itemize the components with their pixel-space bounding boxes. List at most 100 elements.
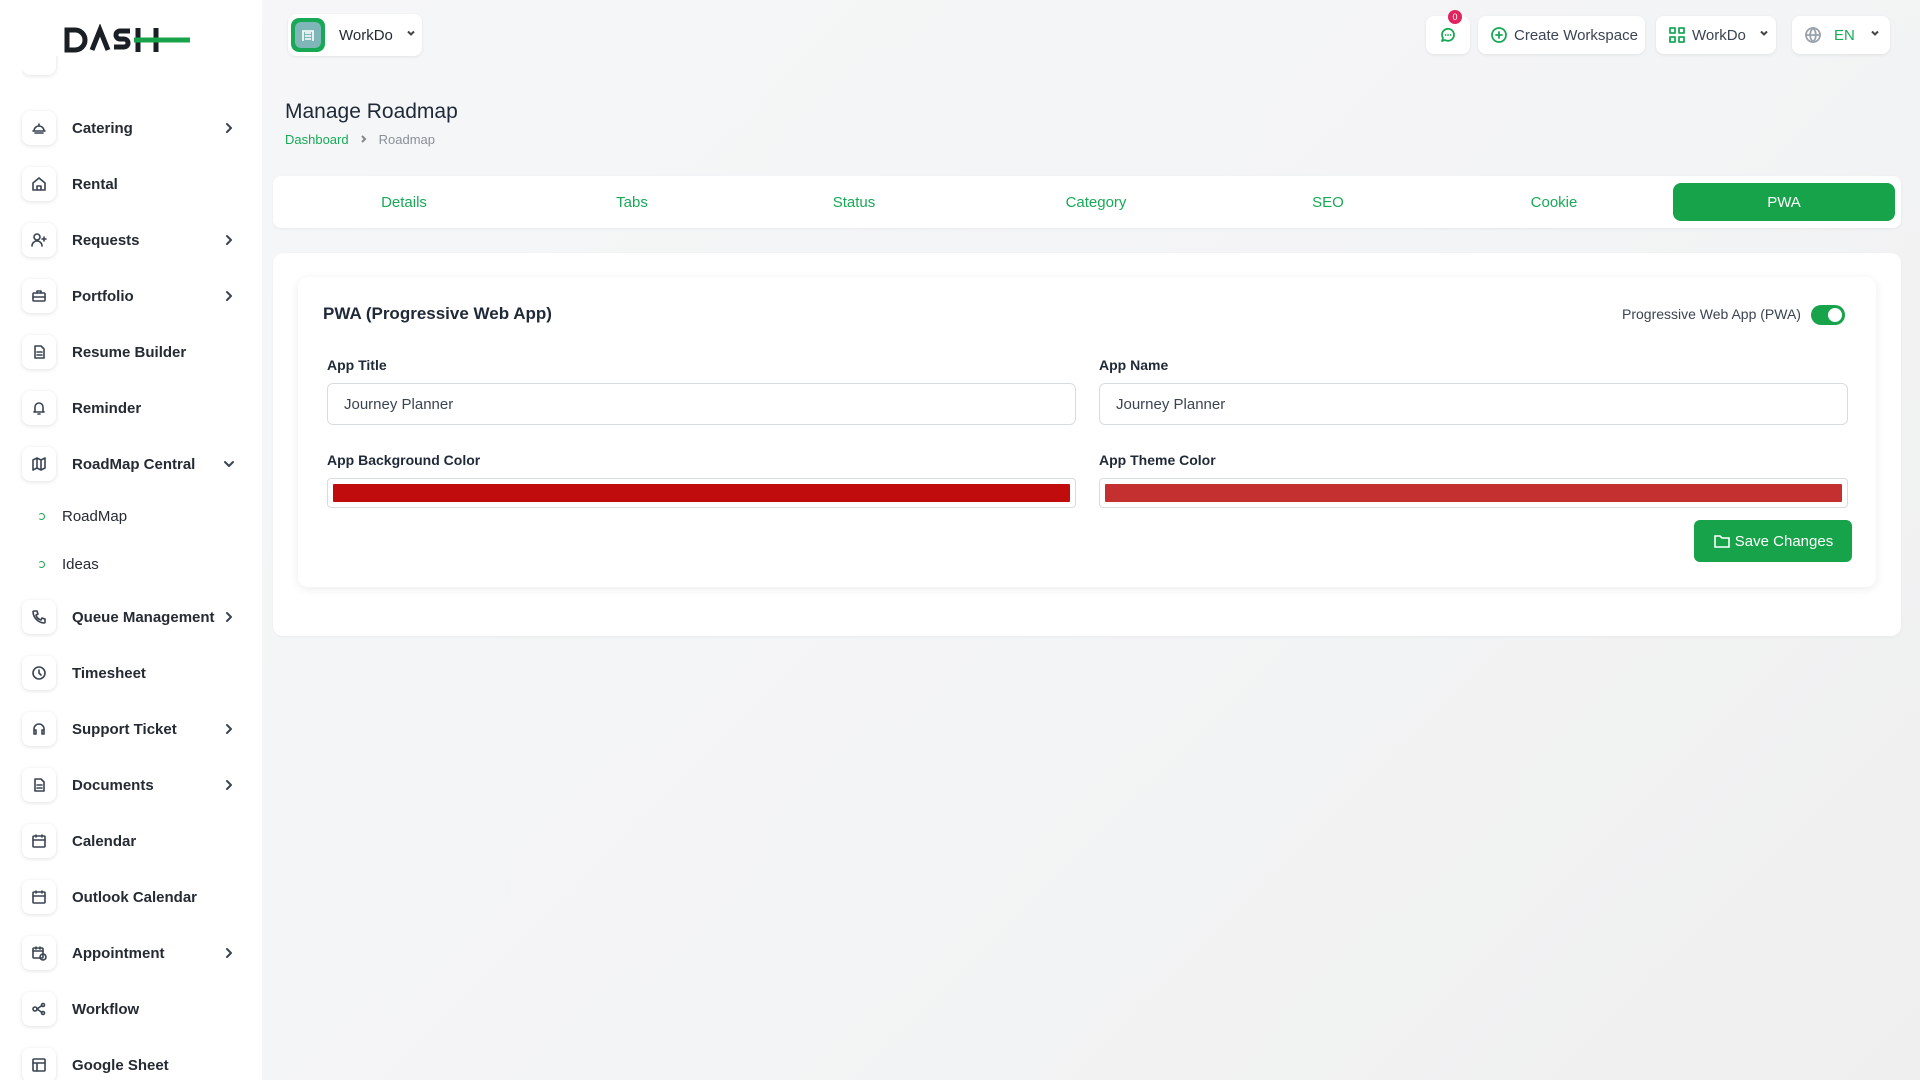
language-selector[interactable]: EN bbox=[1792, 16, 1890, 54]
document-icon bbox=[22, 768, 56, 802]
sidebar-item-appointment[interactable]: Appointment bbox=[22, 933, 242, 973]
theme-color-label: App Theme Color bbox=[1099, 452, 1216, 468]
map-icon bbox=[22, 447, 56, 481]
app-name-input[interactable] bbox=[1099, 383, 1848, 425]
sidebar-item-label: Queue Management bbox=[72, 608, 215, 626]
language-label: EN bbox=[1834, 26, 1855, 44]
sidebar-item-portfolio[interactable]: Portfolio bbox=[22, 276, 242, 316]
table-icon bbox=[22, 1048, 56, 1080]
toggle-knob bbox=[1828, 308, 1842, 322]
sidebar-item-calendar[interactable]: Calendar bbox=[22, 821, 242, 861]
theme-color-picker[interactable] bbox=[1099, 478, 1848, 508]
sidebar-item-catering[interactable]: Catering bbox=[22, 108, 242, 148]
chevron-down-icon bbox=[222, 457, 236, 471]
tab-pwa[interactable]: PWA bbox=[1673, 183, 1895, 221]
folder-icon bbox=[1713, 535, 1730, 548]
sidebar-item-label: Requests bbox=[72, 231, 140, 249]
user-plus-icon bbox=[22, 223, 56, 257]
sidebar-item-rental[interactable]: Rental bbox=[22, 164, 242, 204]
building-icon bbox=[302, 30, 314, 41]
sidebar-item-requests[interactable]: Requests bbox=[22, 220, 242, 260]
chat-icon bbox=[1441, 27, 1455, 42]
sidebar-item-reminder[interactable]: Reminder bbox=[22, 388, 242, 428]
sidebar-item-label: Appointment bbox=[72, 944, 165, 962]
sidebar-subitem-roadmap[interactable]: RoadMap bbox=[38, 504, 127, 528]
bg-color-swatch bbox=[333, 484, 1070, 502]
plus-circle-icon bbox=[1491, 27, 1507, 43]
save-changes-button[interactable]: Save Changes bbox=[1694, 520, 1852, 562]
tab-details[interactable]: Details bbox=[293, 183, 515, 221]
workspace-switcher[interactable]: WorkDo bbox=[288, 14, 422, 56]
workflow-icon bbox=[22, 992, 56, 1026]
sidebar-item-label: Outlook Calendar bbox=[72, 888, 198, 906]
catering-icon bbox=[22, 111, 56, 145]
breadcrumb-current: Roadmap bbox=[378, 132, 435, 147]
briefcase-icon bbox=[22, 279, 56, 313]
chevron-right-icon bbox=[222, 289, 236, 303]
sidebar-item-documents[interactable]: Documents bbox=[22, 765, 242, 805]
tab-category[interactable]: Category bbox=[985, 183, 1207, 221]
bell-icon bbox=[22, 391, 56, 425]
notifications-button[interactable]: 0 bbox=[1426, 10, 1470, 54]
bullet-icon bbox=[38, 560, 45, 568]
phone-icon bbox=[22, 600, 56, 634]
sidebar-subitem-ideas[interactable]: Ideas bbox=[38, 552, 99, 576]
file-icon bbox=[22, 335, 56, 369]
sidebar-item-resume-builder[interactable]: Resume Builder bbox=[22, 332, 242, 372]
headset-icon bbox=[22, 712, 56, 746]
sidebar-item-queue-management[interactable]: Queue Management bbox=[22, 597, 242, 637]
workspace-name: WorkDo bbox=[339, 26, 393, 44]
sidebar-item-label: Timesheet bbox=[72, 664, 146, 682]
sidebar-item-label: Reminder bbox=[72, 399, 142, 417]
sidebar-subitem-label: Ideas bbox=[62, 555, 99, 573]
calendar-icon bbox=[22, 824, 56, 858]
theme-color-swatch bbox=[1105, 484, 1842, 502]
workspace-menu-label: WorkDo bbox=[1692, 26, 1746, 44]
sidebar-item-support-ticket[interactable]: Support Ticket bbox=[22, 709, 242, 749]
sidebar-item-label: Documents bbox=[72, 776, 154, 794]
tab-tabs[interactable]: Tabs bbox=[521, 183, 743, 221]
bg-color-picker[interactable] bbox=[327, 478, 1076, 508]
sidebar-item-label: Catering bbox=[72, 119, 133, 137]
sidebar: Catering Rental Requests Portfolio Resum… bbox=[0, 0, 262, 1080]
sidebar-item-timesheet[interactable]: Timesheet bbox=[22, 653, 242, 693]
tab-seo[interactable]: SEO bbox=[1217, 183, 1439, 221]
home-icon bbox=[22, 167, 56, 201]
sidebar-item-roadmap-central[interactable]: RoadMap Central bbox=[22, 444, 242, 484]
sidebar-item-google-sheet[interactable]: Google Sheet bbox=[22, 1045, 242, 1080]
workspace-menu-button[interactable]: WorkDo bbox=[1656, 16, 1776, 54]
pwa-toggle[interactable] bbox=[1811, 305, 1845, 325]
notification-badge: 0 bbox=[1448, 10, 1462, 24]
chevron-right-icon bbox=[222, 722, 236, 736]
chevron-right-icon bbox=[222, 121, 236, 135]
create-workspace-label: Create Workspace bbox=[1514, 26, 1638, 44]
tab-cookie[interactable]: Cookie bbox=[1443, 183, 1665, 221]
app-title-input[interactable] bbox=[327, 383, 1076, 425]
globe-icon bbox=[1805, 27, 1821, 43]
sidebar-item-label: RoadMap Central bbox=[72, 455, 196, 473]
app-name-label: App Name bbox=[1099, 357, 1169, 373]
save-changes-label: Save Changes bbox=[1734, 532, 1834, 550]
sidebar-item-label: Portfolio bbox=[72, 287, 134, 305]
bullet-icon bbox=[38, 512, 45, 520]
sidebar-subitem-label: RoadMap bbox=[62, 507, 128, 525]
workspace-avatar bbox=[291, 18, 325, 52]
sidebar-item-outlook-calendar[interactable]: Outlook Calendar bbox=[22, 877, 242, 917]
sidebar-item-label: Workflow bbox=[72, 1000, 140, 1018]
dash-logo[interactable] bbox=[64, 24, 190, 56]
page-title: Manage Roadmap bbox=[285, 100, 458, 123]
calendar-icon bbox=[22, 880, 56, 914]
bg-color-label: App Background Color bbox=[327, 452, 481, 468]
sidebar-item-label: Support Ticket bbox=[72, 720, 177, 738]
chevron-right-icon bbox=[222, 946, 236, 960]
clock-icon bbox=[22, 656, 56, 690]
breadcrumb-dashboard-link[interactable]: Dashboard bbox=[285, 132, 349, 147]
apps-icon bbox=[1669, 27, 1685, 43]
sidebar-item-workflow[interactable]: Workflow bbox=[22, 989, 242, 1029]
chevron-down-icon bbox=[1869, 26, 1881, 44]
tab-status[interactable]: Status bbox=[743, 183, 965, 221]
chevron-right-icon bbox=[359, 132, 369, 147]
create-workspace-button[interactable]: Create Workspace bbox=[1478, 16, 1645, 54]
chevron-down-icon bbox=[405, 26, 417, 44]
sidebar-item-label: Rental bbox=[72, 175, 118, 193]
